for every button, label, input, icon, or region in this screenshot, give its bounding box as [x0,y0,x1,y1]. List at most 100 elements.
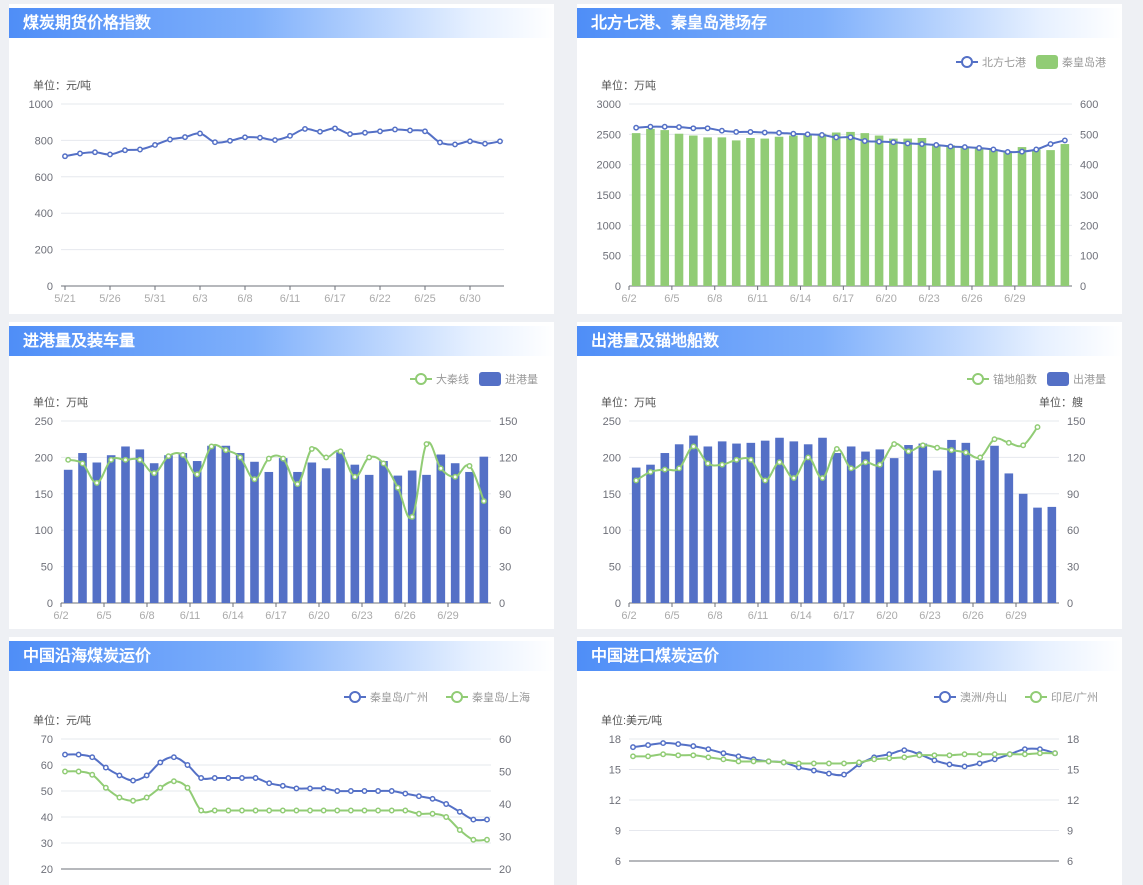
bar [947,439,956,603]
data-point [765,758,772,765]
bar [660,130,670,286]
data-point [222,447,229,454]
data-point [762,477,769,484]
y2-tick-label: 90 [499,489,511,501]
bar [278,458,288,603]
y2-tick-label: 9 [1067,826,1073,838]
x-tick-label: 6/29 [1004,293,1025,305]
data-point [790,475,797,481]
bar [450,463,460,603]
legend-label: 大秦线 [436,372,469,386]
data-point [1004,148,1011,155]
y-tick-label: 50 [41,562,53,574]
data-point [776,129,782,136]
bar [465,471,474,603]
y-tick-label: 100 [35,525,53,537]
bar [1003,151,1012,286]
bar [336,452,345,603]
data-point [251,476,258,483]
data-point [452,141,458,148]
y2-tick-label: 0 [499,598,505,610]
y2-tick-label: 18 [1067,734,1079,746]
data-point [65,456,72,463]
y-tick-label: 1000 [29,99,53,111]
data-point [225,775,232,781]
y-tick-label: 40 [41,812,53,824]
data-point [466,462,473,469]
unit-label-left: 单位:美元/吨 [601,713,662,727]
data-point [976,145,983,151]
data-point [287,132,293,139]
data-point [456,827,463,833]
data-point [302,125,308,132]
bar [689,435,698,603]
x-tick-label: 6/2 [621,293,636,305]
data-point [152,142,158,148]
x-tick-label: 6/20 [876,293,897,305]
data-point [676,465,683,472]
x-tick-label: 6/17 [265,610,286,622]
y2-tick-label: 60 [1067,525,1079,537]
bar [960,147,970,286]
bar [832,453,842,603]
bar [646,464,655,603]
data-point [320,785,327,792]
data-point [1020,442,1027,449]
y-tick-label: 6 [615,856,621,868]
data-point [886,755,893,762]
legend-label: 锚地船数 [993,372,1037,386]
data-point [467,138,473,145]
data-point [182,134,188,141]
y2-tick-label: 600 [1080,99,1098,111]
data-point [293,807,300,814]
data-point [633,124,640,131]
data-point [211,775,218,781]
data-point [931,752,938,759]
bar [479,456,489,603]
data-point [1047,141,1054,147]
data-point [818,131,825,138]
x-tick-label: 6/2 [621,610,636,622]
data-point [362,129,368,136]
data-point [961,763,968,770]
y-tick-label: 50 [41,786,53,798]
legend-label: 进港量 [505,373,538,386]
x-tick-label: 6/8 [237,293,252,305]
data-point [848,465,855,472]
bar [1033,507,1042,603]
data-point [62,751,68,758]
data-point [1036,750,1043,757]
data-point [102,764,109,771]
y-tick-label: 70 [41,734,53,746]
y2-tick-label: 50 [499,767,511,779]
data-point [320,807,327,814]
data-point [747,128,754,135]
bar [207,445,216,603]
data-point [347,807,354,814]
data-point [1021,751,1028,758]
bar [732,443,741,603]
data-point [660,740,667,747]
data-point [237,454,244,461]
data-point [962,449,969,456]
data-point [265,455,272,462]
data-point [257,134,263,141]
y2-tick-label: 20 [499,864,511,876]
chart-coal-futures: 单位：元/吨 0 200 400 600 800 1000 5/21 5/26 5/31 6/3 6/… [29,78,504,305]
y-tick-label: 250 [35,416,53,428]
data-point [198,807,205,814]
data-point [415,793,422,800]
bar [1018,493,1028,603]
x-tick-label: 6/11 [748,610,769,622]
y-tick-label: 800 [35,135,53,147]
data-point [307,785,313,792]
data-point [93,479,100,486]
x-tick-label: 6/23 [351,610,372,622]
data-point [876,461,883,468]
unit-label-left: 单位：元/吨 [33,713,91,727]
data-point [976,751,983,758]
data-point [819,475,826,481]
data-point [130,777,137,784]
data-point [151,470,158,477]
data-point [62,153,68,160]
